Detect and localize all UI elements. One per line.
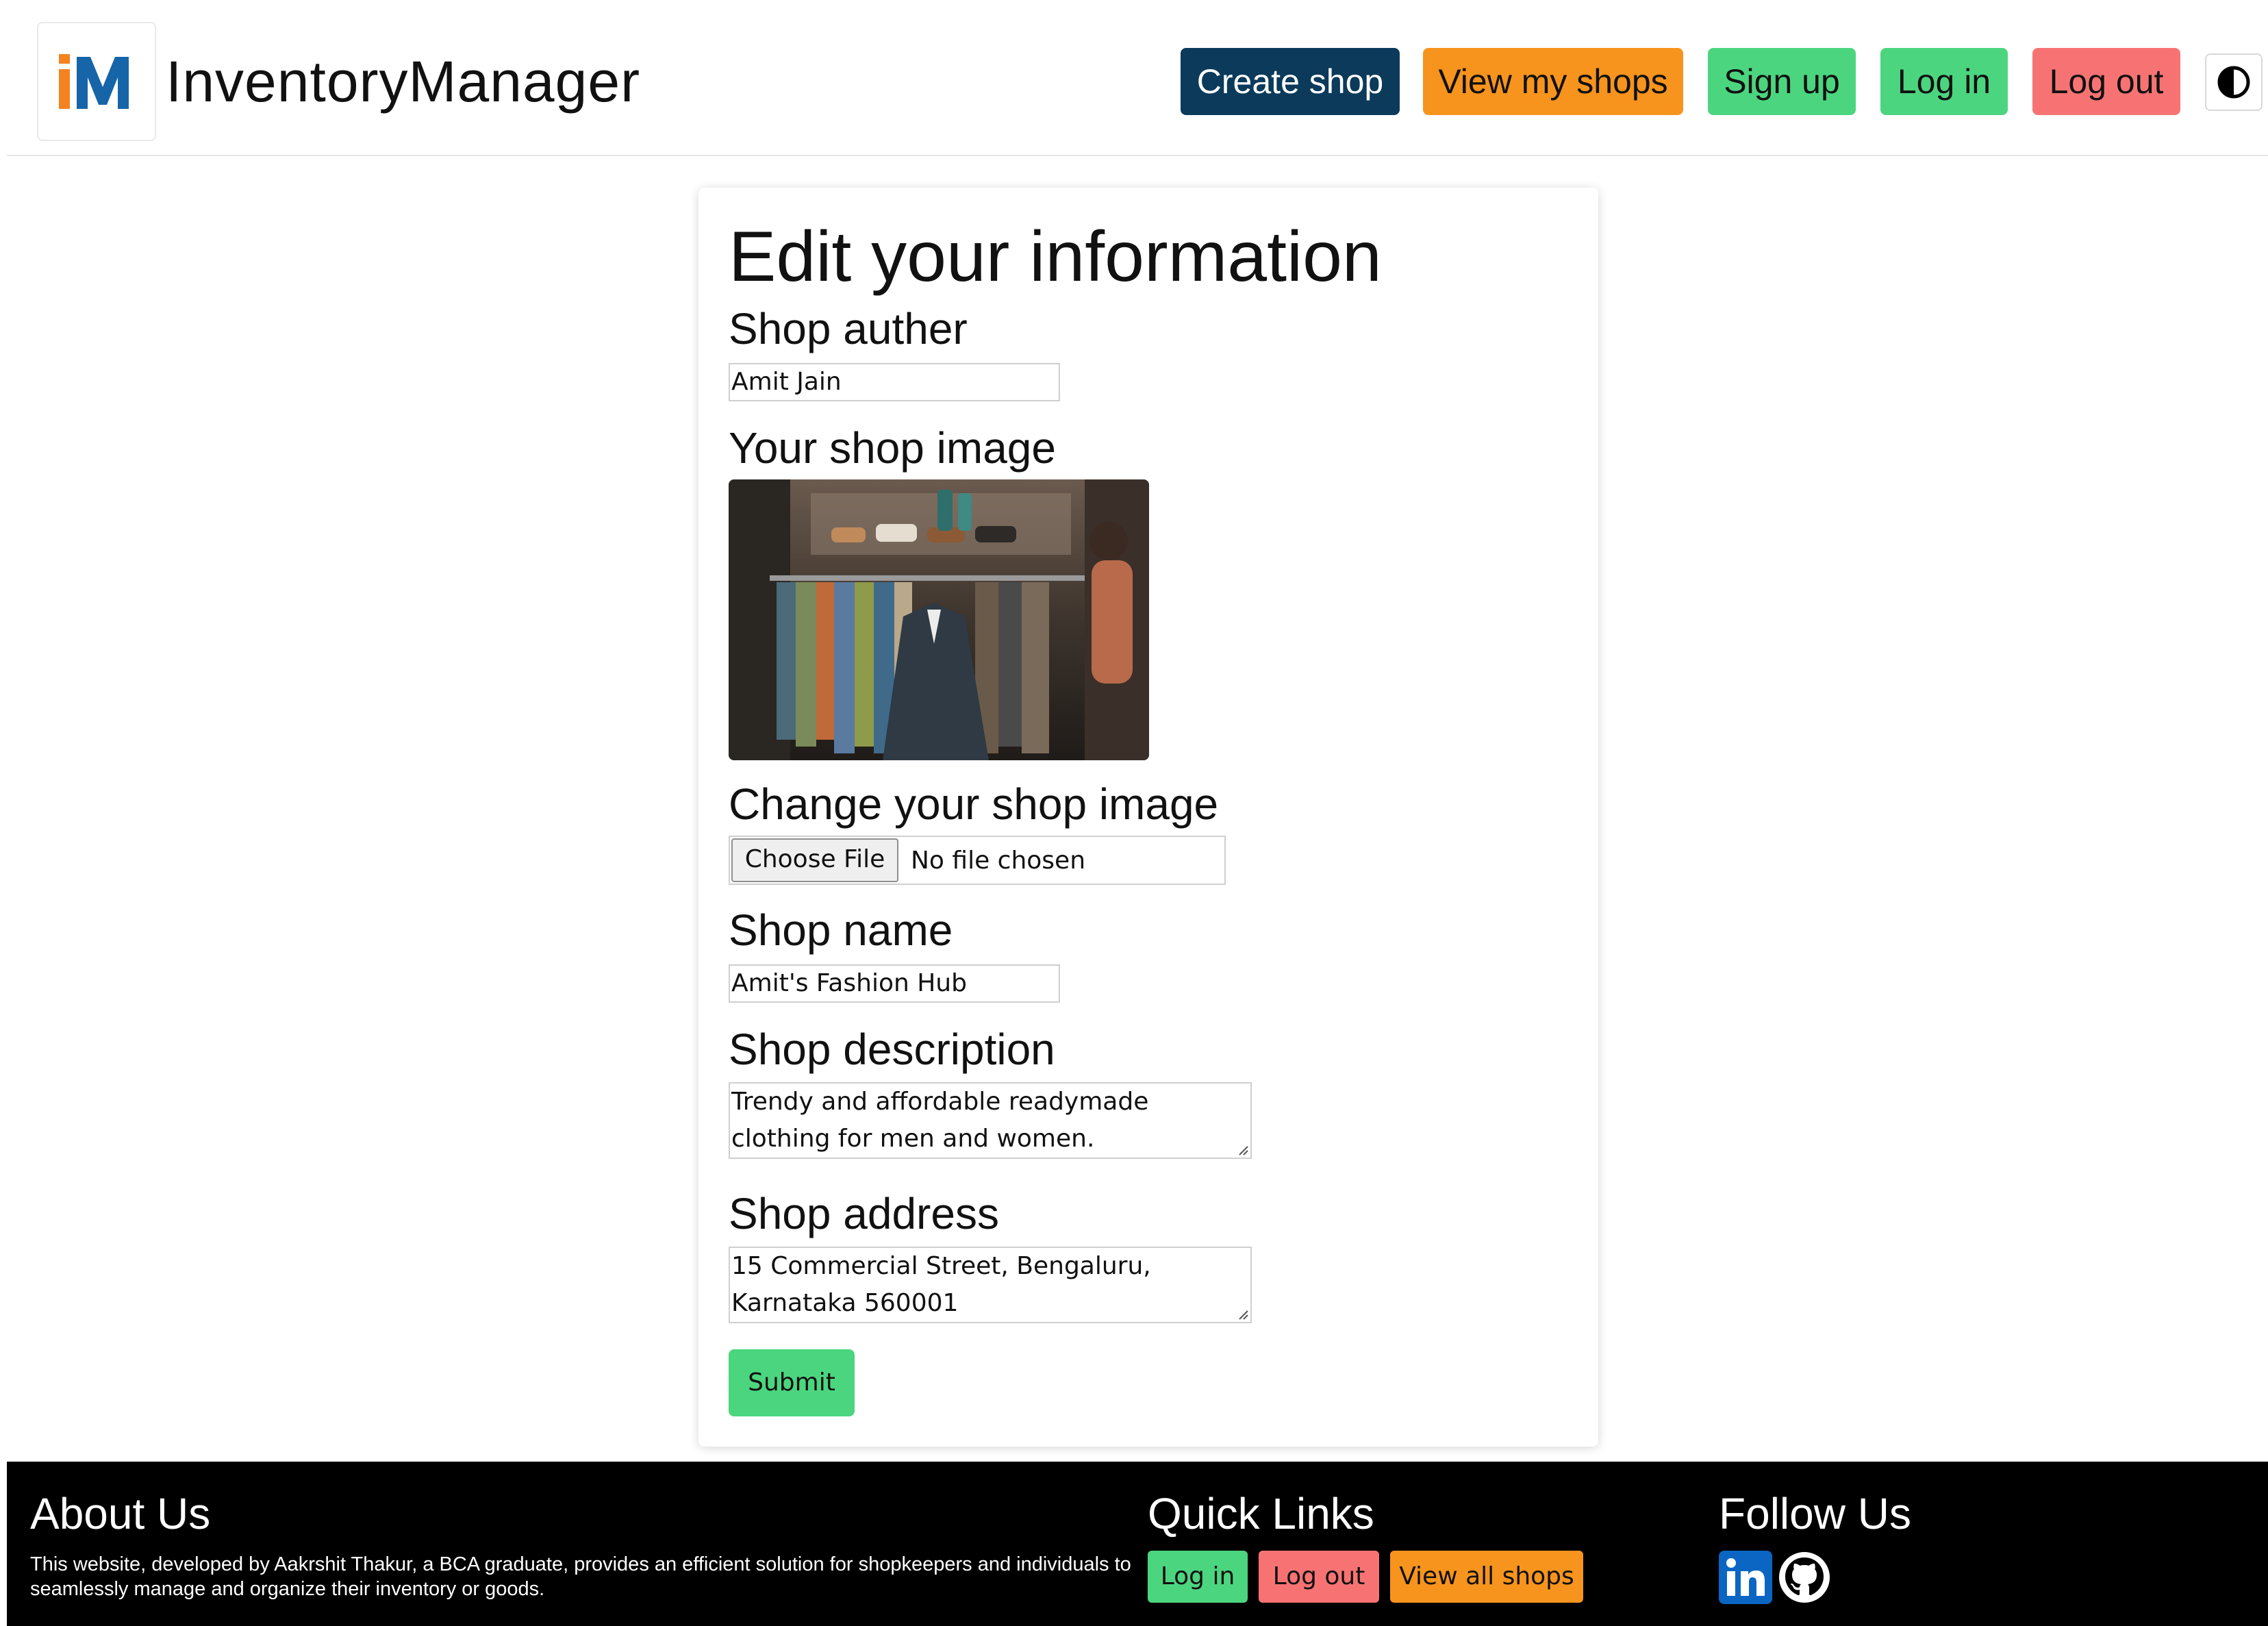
shop-image-file-input[interactable]: Choose File No file chosen xyxy=(729,836,1226,885)
im-logo-icon xyxy=(59,54,129,109)
footer-view-all-shops-button[interactable]: View all shops xyxy=(1390,1551,1583,1603)
footer-log-out-button[interactable]: Log out xyxy=(1259,1551,1379,1603)
about-us-heading: About Us xyxy=(30,1489,211,1538)
github-icon xyxy=(1779,1552,1830,1603)
shop-address-text: 15 Commercial Street, Bengaluru, Karnata… xyxy=(731,1252,1151,1317)
linkedin-link[interactable] xyxy=(1719,1551,1772,1604)
app-logo[interactable] xyxy=(37,22,156,141)
choose-file-button[interactable]: Choose File xyxy=(731,838,898,882)
footer-log-in-button[interactable]: Log in xyxy=(1148,1551,1248,1603)
shop-description-label: Shop description xyxy=(729,1025,1055,1074)
submit-button[interactable]: Submit xyxy=(729,1349,855,1416)
create-shop-button[interactable]: Create shop xyxy=(1181,48,1400,115)
edit-info-card: Edit your information Shop auther Amit J… xyxy=(698,188,1598,1447)
top-navbar: InventoryManager Create shop View my sho… xyxy=(7,0,2268,156)
page-title: Edit your information xyxy=(729,217,1382,297)
resize-grip-icon[interactable] xyxy=(1235,1142,1249,1156)
resize-grip-icon[interactable] xyxy=(1235,1307,1249,1321)
shop-description-text: Trendy and affordable readymade clothing… xyxy=(731,1088,1149,1153)
linkedin-icon xyxy=(1719,1551,1772,1604)
theme-toggle-button[interactable] xyxy=(2205,53,2263,111)
follow-us-heading: Follow Us xyxy=(1719,1489,1911,1538)
file-status-text: No file chosen xyxy=(911,847,1086,875)
brand-name[interactable]: InventoryManager xyxy=(166,44,640,119)
shop-description-textarea[interactable]: Trendy and affordable readymade clothing… xyxy=(729,1082,1252,1159)
about-us-text: This website, developed by Aakrshit Thak… xyxy=(30,1553,1131,1600)
shop-address-textarea[interactable]: 15 Commercial Street, Bengaluru, Karnata… xyxy=(729,1247,1252,1323)
clothing-store-photo xyxy=(729,479,1149,760)
shop-name-label: Shop name xyxy=(729,905,953,955)
contrast-icon xyxy=(2217,66,2250,99)
sign-up-button[interactable]: Sign up xyxy=(1708,48,1856,115)
footer: About Us This website, developed by Aakr… xyxy=(7,1462,2268,1626)
change-image-label: Change your shop image xyxy=(729,779,1219,829)
shop-author-input[interactable]: Amit Jain xyxy=(729,363,1060,401)
view-my-shops-button[interactable]: View my shops xyxy=(1423,48,1683,115)
log-in-button[interactable]: Log in xyxy=(1880,48,2008,115)
log-out-button[interactable]: Log out xyxy=(2032,48,2180,115)
shop-author-label: Shop auther xyxy=(729,304,968,353)
quick-links-heading: Quick Links xyxy=(1148,1489,1374,1538)
shop-image-label: Your shop image xyxy=(729,423,1056,473)
shop-image xyxy=(729,479,1149,760)
github-link[interactable] xyxy=(1778,1551,1831,1604)
shop-name-input[interactable]: Amit's Fashion Hub xyxy=(729,964,1060,1003)
shop-address-label: Shop address xyxy=(729,1189,999,1238)
